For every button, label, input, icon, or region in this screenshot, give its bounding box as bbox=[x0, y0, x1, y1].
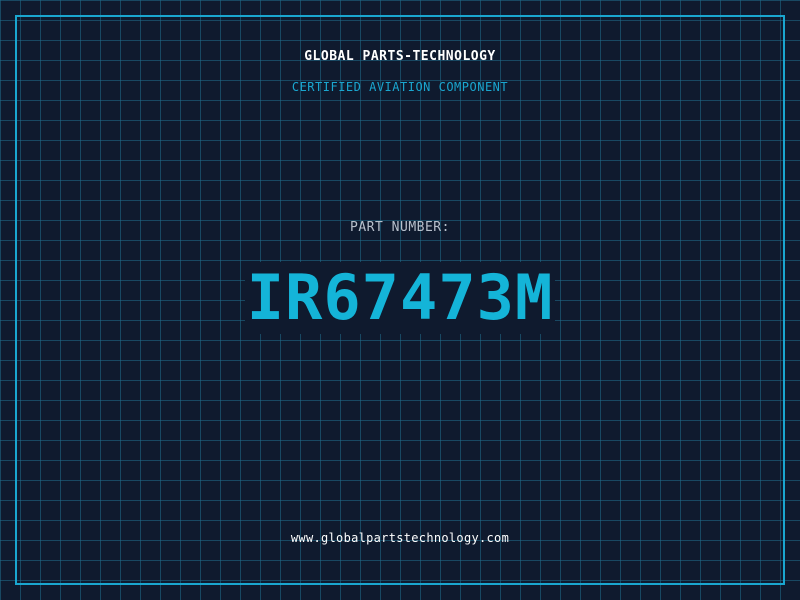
part-number-label: PART NUMBER: bbox=[350, 220, 450, 235]
part-number-container: IR67473M bbox=[0, 262, 800, 334]
tagline: CERTIFIED AVIATION COMPONENT bbox=[291, 80, 509, 94]
label-canvas: GLOBAL PARTS-TECHNOLOGY CERTIFIED AVIATI… bbox=[0, 0, 800, 600]
company-name: GLOBAL PARTS-TECHNOLOGY bbox=[304, 49, 496, 64]
part-number: IR67473M bbox=[244, 261, 556, 334]
website-url: www.globalpartstechnology.com bbox=[290, 531, 510, 545]
